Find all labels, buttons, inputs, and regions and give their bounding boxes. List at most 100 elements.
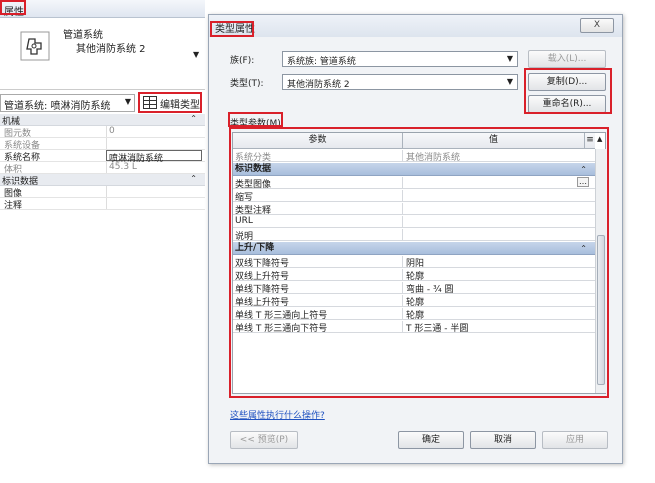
instance-filter-select[interactable]: 管道系统: 喷淋消防系统 ▼ [0, 94, 135, 112]
type-params-label: 类型参数(M) [230, 119, 281, 129]
cancel-button[interactable]: 取消 [470, 431, 536, 449]
duplicate-button[interactable]: 复制(D)... [528, 73, 606, 91]
close-button[interactable]: X [580, 18, 614, 33]
property-name: 注释 [4, 201, 23, 211]
type-family-name: 管道系统 [63, 30, 103, 41]
param-value[interactable] [403, 203, 595, 215]
load-button[interactable]: 载入(L)... [528, 50, 606, 68]
col-header-param[interactable]: 参数 [233, 133, 403, 149]
param-name: 单线 T 形三通向下符号 [233, 321, 403, 334]
param-value[interactable]: 阴阳 [403, 256, 595, 269]
type-params-table: 参数 值 ≡ 系统分类 其他消防系统 标识数据 ⌃ 类型图像 … 缩写 类型注释 URL 说明 上升… [232, 132, 606, 394]
family-label: 族(F): [230, 56, 255, 66]
param-row: 单线 T 形三通向上符号 轮廓 [233, 308, 595, 321]
help-link[interactable]: 这些属性执行什么操作? [230, 408, 325, 421]
property-row: 体积 45.3 L [0, 162, 205, 175]
param-group-header[interactable]: 标识数据 ⌃ [233, 163, 595, 176]
property-row: 图像 [0, 186, 205, 199]
pipe-system-icon [20, 31, 50, 61]
type-value: 其他消防系统 2 [287, 80, 350, 90]
param-name: 单线上升符号 [233, 295, 403, 308]
type-selector[interactable]: 管道系统 其他消防系统 2 ▼ [0, 18, 205, 90]
property-value[interactable] [106, 186, 202, 197]
param-value[interactable]: 轮廓 [403, 308, 595, 321]
type-select[interactable]: 其他消防系统 2 ▼ [282, 74, 518, 90]
ok-button[interactable]: 确定 [398, 431, 464, 449]
collapse-icon[interactable]: ⌃ [190, 114, 197, 123]
param-group-label: 上升/下降 [235, 243, 275, 253]
param-value[interactable] [403, 177, 595, 189]
chevron-down-icon: ▼ [124, 97, 131, 106]
chevron-down-icon: ▼ [506, 77, 513, 86]
param-name: 说明 [233, 229, 403, 242]
param-name: 类型注释 [233, 203, 403, 216]
param-value[interactable] [403, 216, 595, 228]
properties-title: 属性 [4, 7, 24, 18]
property-value: 45.3 L [106, 162, 202, 173]
param-row: URL [233, 216, 595, 228]
browse-icon[interactable]: … [577, 177, 589, 187]
param-name: 双线上升符号 [233, 269, 403, 282]
property-value[interactable]: 喷淋消防系统 [106, 150, 202, 164]
properties-grid: 机械 ⌃ 图元数 0 系统设备 系统名称 喷淋消防系统 体积 45.3 L 标识数据 ⌃ 图像注释 [0, 114, 205, 211]
property-value [106, 138, 202, 149]
param-name: 系统分类 [233, 150, 403, 163]
column-menu-icon[interactable]: ≡ [585, 133, 595, 149]
param-name: 单线下降符号 [233, 282, 403, 295]
param-value[interactable]: T 形三通 - 半圆 [403, 321, 595, 334]
param-row: 单线上升符号 轮廓 [233, 295, 595, 308]
scrollbar-thumb[interactable] [597, 235, 605, 385]
param-row: 类型注释 [233, 203, 595, 216]
param-value: 其他消防系统 [406, 153, 461, 163]
param-value[interactable]: 轮廓 [403, 295, 595, 308]
edit-type-button[interactable]: 编辑类型 [140, 94, 202, 112]
param-value[interactable]: 弯曲 - ¾ 圆 [403, 282, 595, 295]
collapse-icon[interactable]: ⌃ [580, 163, 587, 176]
property-group-header[interactable]: 标识数据 ⌃ [0, 174, 205, 187]
edit-type-icon [143, 96, 157, 109]
property-row: 图元数 0 [0, 126, 205, 139]
collapse-icon[interactable]: ⌃ [190, 174, 197, 183]
rename-button[interactable]: 重命名(R)... [528, 95, 606, 113]
param-row: 缩写 [233, 190, 595, 203]
family-value: 系统族: 管道系统 [287, 57, 356, 67]
param-name: URL [233, 216, 403, 228]
scroll-up-icon[interactable]: ▲ [597, 135, 602, 143]
param-row: 单线下降符号 弯曲 - ¾ 圆 [233, 282, 595, 295]
param-row: 单线 T 形三通向下符号 T 形三通 - 半圆 [233, 321, 595, 334]
type-label: 类型(T): [230, 79, 264, 89]
property-value: 0 [106, 126, 202, 137]
dialog-titlebar: 类型属性 X [209, 15, 622, 37]
property-row: 系统名称 喷淋消防系统 [0, 150, 205, 164]
param-row: 类型图像 … [233, 177, 595, 190]
table-scrollbar[interactable]: ▲ [595, 135, 606, 393]
apply-button[interactable]: 应用 [542, 431, 608, 449]
col-header-value[interactable]: 值 [403, 133, 585, 149]
param-name: 缩写 [233, 190, 403, 203]
param-name: 单线 T 形三通向上符号 [233, 308, 403, 321]
properties-panel: 属性 管道系统 其他消防系统 2 ▼ 管道系统: 喷淋消防系统 ▼ 编辑类型 机… [0, 0, 205, 483]
param-name: 双线下降符号 [233, 256, 403, 269]
property-group-header[interactable]: 机械 ⌃ [0, 114, 205, 127]
param-value[interactable] [403, 229, 595, 241]
param-value[interactable] [403, 190, 595, 202]
param-name: 类型图像 [233, 177, 403, 190]
property-value[interactable] [106, 198, 202, 209]
property-row: 注释 [0, 198, 205, 211]
type-dropdown-icon[interactable]: ▼ [193, 50, 199, 59]
param-row: 双线下降符号 阴阳 [233, 256, 595, 269]
chevron-down-icon: ▼ [506, 54, 513, 63]
collapse-icon[interactable]: ⌃ [580, 242, 587, 255]
edit-type-label: 编辑类型 [160, 100, 200, 111]
dialog-title: 类型属性 [215, 24, 255, 35]
param-group-label: 标识数据 [235, 164, 272, 174]
family-select[interactable]: 系统族: 管道系统 ▼ [282, 51, 518, 67]
property-row: 系统设备 [0, 138, 205, 151]
instance-filter-value: 管道系统: 喷淋消防系统 [4, 101, 111, 112]
param-row: 说明 [233, 229, 595, 242]
param-row: 双线上升符号 轮廓 [233, 269, 595, 282]
preview-button[interactable]: << 预览(P) [230, 431, 298, 449]
param-value[interactable]: 轮廓 [403, 269, 595, 282]
param-row: 系统分类 其他消防系统 [233, 150, 595, 163]
param-group-header[interactable]: 上升/下降 ⌃ [233, 242, 595, 255]
